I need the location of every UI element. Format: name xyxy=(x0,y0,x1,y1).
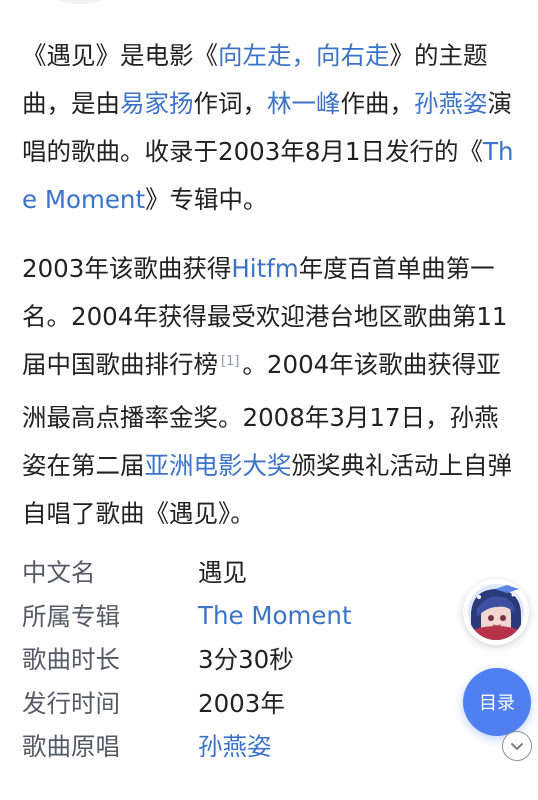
hitfm-link[interactable]: Hitfm xyxy=(231,254,298,283)
infobox-key: 中文名 xyxy=(22,558,96,588)
citation-link[interactable]: [1] xyxy=(218,354,242,369)
infobox-value: 2003年 xyxy=(198,688,285,718)
infobox-key: 所属专辑 xyxy=(22,601,120,631)
infobox-row-release-date: 发行时间 2003年 xyxy=(22,681,442,725)
infobox-value: 3分30秒 xyxy=(198,645,294,675)
infobox-album-link[interactable]: The Moment xyxy=(198,601,352,630)
awards-paragraph: 2003年该歌曲获得Hitfm年度百首单曲第一名。2004年获得最受欢迎港台地区… xyxy=(22,245,522,538)
intro-text-1: 《遇见》是电影《 xyxy=(22,41,218,70)
lyricist-link[interactable]: 易家扬 xyxy=(120,89,194,118)
intro-paragraph: 《遇见》是电影《向左走，向右走》的主题曲，是由易家扬作词，林一峰作曲，孙燕姿演唱… xyxy=(22,32,522,224)
expand-button[interactable] xyxy=(502,731,532,761)
infobox-row-album: 所属专辑 The Moment xyxy=(22,594,442,638)
infobox-key: 发行时间 xyxy=(22,688,120,718)
assistant-avatar-button[interactable] xyxy=(463,579,529,645)
chevron-down-icon xyxy=(511,743,523,750)
intro-text-3: 作词， xyxy=(193,89,268,118)
infobox-row-duration: 歌曲时长 3分30秒 xyxy=(22,637,442,681)
toc-button[interactable]: 目录 xyxy=(463,668,531,736)
infobox-row-chinese-name: 中文名 遇见 xyxy=(22,550,442,594)
singer-link[interactable]: 孙燕姿 xyxy=(414,89,488,118)
infobox-key: 歌曲原唱 xyxy=(22,732,120,762)
infobox-row-original-singer: 歌曲原唱 孙燕姿 xyxy=(22,724,442,768)
movie-link[interactable]: 向左走，向右走 xyxy=(218,41,390,70)
anime-avatar-icon xyxy=(468,584,524,640)
awards-text-1: 2003年该歌曲获得 xyxy=(22,254,232,283)
intro-text-4: 作曲， xyxy=(340,89,415,118)
infobox-value: 遇见 xyxy=(198,558,247,588)
composer-link[interactable]: 林一峰 xyxy=(267,89,341,118)
infobox-singer-link[interactable]: 孙燕姿 xyxy=(198,728,272,763)
top-edge-decoration xyxy=(52,0,108,4)
infobox: 中文名 遇见 所属专辑 The Moment 歌曲时长 3分30秒 发行时间 2… xyxy=(22,550,442,768)
infobox-key: 歌曲时长 xyxy=(22,645,120,675)
asian-film-awards-link[interactable]: 亚洲电影大奖 xyxy=(145,451,292,480)
intro-text-6: 》专辑中。 xyxy=(145,185,268,214)
